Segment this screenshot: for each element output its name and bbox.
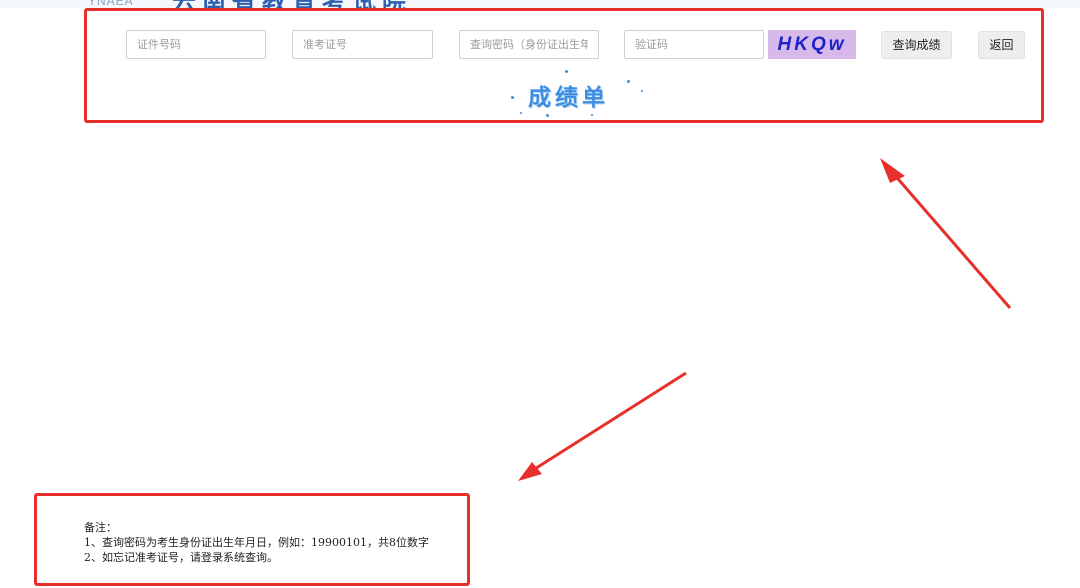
notes-line-2: 2、如忘记准考证号，请登录系统查询。	[84, 551, 278, 564]
arrow-to-notes-icon	[518, 371, 687, 481]
notes-section: 备注： 1、查询密码为考生身份证出生年月日，例如：19900101，共8位数字 …	[84, 520, 429, 565]
notes-line-1: 1、查询密码为考生身份证出生年月日，例如：19900101，共8位数字	[84, 536, 429, 549]
notes-title: 备注：	[84, 521, 117, 534]
arrow-to-query-icon	[880, 158, 1012, 309]
